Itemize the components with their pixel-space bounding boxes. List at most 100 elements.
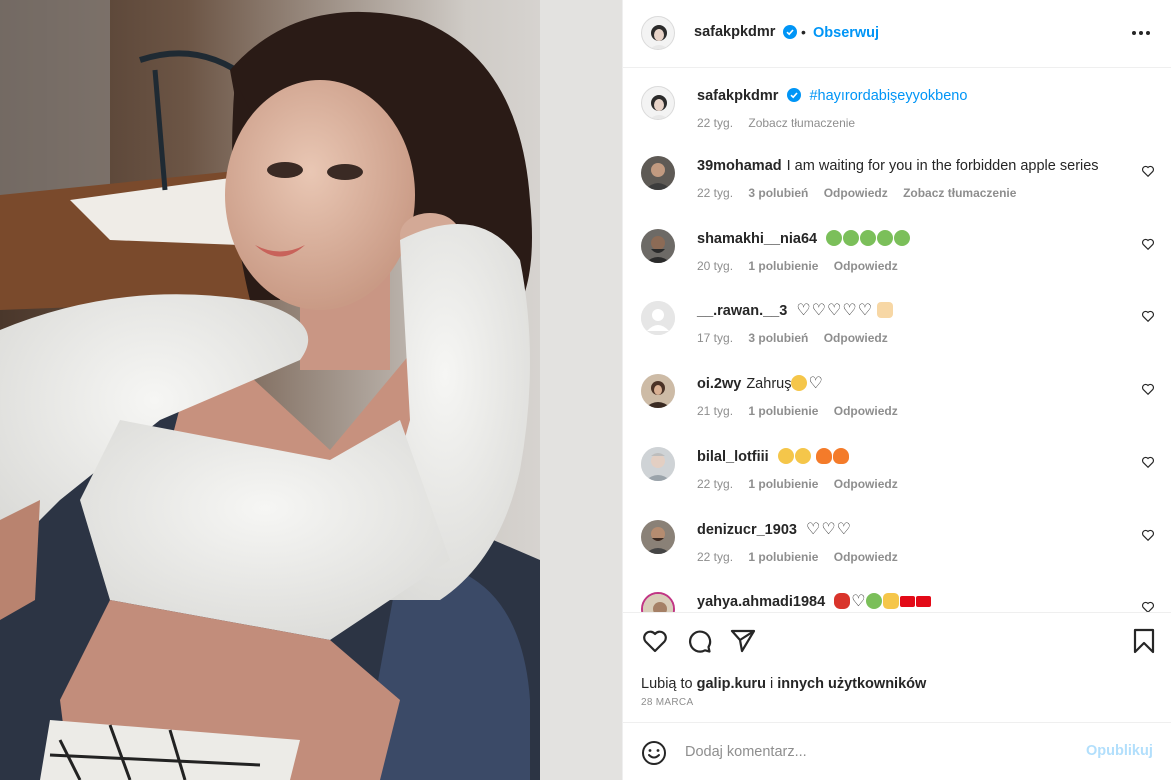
- comment-input[interactable]: [685, 741, 1065, 763]
- comment-row: oi.2wy Zahruş ♡ 21 tyg. 1 polubienie Odpow…: [623, 374, 1171, 447]
- white-heart-emoji-icon: ♡: [851, 593, 866, 610]
- author-avatar[interactable]: [641, 86, 675, 120]
- liker-username[interactable]: galip.kuru: [697, 676, 766, 692]
- caption-row: safakpkdmr #hayırordabişeyyokbeno 22 tyg…: [623, 86, 1171, 159]
- comment-row: __.rawan.__3 ♡♡♡♡♡ 17 tyg. 3 polubień Od…: [623, 301, 1171, 374]
- comment-time: 21 tyg.: [697, 404, 734, 418]
- comment-meta: 21 tyg. 1 polubienie Odpowiedz: [697, 404, 910, 418]
- comment-like-heart-icon[interactable]: [1141, 237, 1155, 251]
- comment-text: bilal_lotfiii: [697, 448, 850, 466]
- comment-username[interactable]: bilal_lotfiii: [697, 449, 769, 465]
- comment-composer: Opublikuj: [623, 722, 1171, 780]
- turkey-flag-emoji-icon: [915, 596, 931, 607]
- comment-likes[interactable]: 1 polubienie: [748, 404, 818, 418]
- comment-time: 20 tyg.: [697, 259, 734, 273]
- comment-row: denizucr_1903 ♡♡♡ 22 tyg. 1 polubienie O…: [623, 520, 1171, 593]
- commenter-avatar[interactable]: [641, 229, 675, 263]
- comment-icon[interactable]: [685, 627, 713, 655]
- laughing-emoji-icon: [791, 375, 808, 391]
- comment-time: 17 tyg.: [697, 331, 734, 345]
- fire-emoji-icon: [815, 448, 850, 465]
- comment-meta: 22 tyg. 1 polubienie Odpowiedz: [697, 477, 910, 491]
- comment-likes[interactable]: 1 polubienie: [748, 477, 818, 491]
- post-photo[interactable]: [0, 0, 622, 780]
- heart-icon[interactable]: [641, 627, 669, 655]
- caption-username[interactable]: safakpkdmr: [697, 88, 778, 104]
- commenter-avatar-story-ring[interactable]: [641, 592, 675, 612]
- comments-list[interactable]: safakpkdmr #hayırordabişeyyokbeno 22 tyg…: [623, 69, 1171, 612]
- comment-like-heart-icon[interactable]: [1141, 528, 1155, 542]
- caption-hashtag[interactable]: #hayırordabişeyyokbeno: [809, 88, 967, 104]
- reply-button[interactable]: Odpowiedz: [834, 477, 898, 491]
- post-header: safakpkdmr • Obserwuj: [623, 0, 1171, 68]
- comment-username[interactable]: yahya.ahmadi1984: [697, 594, 825, 610]
- caption-text: safakpkdmr #hayırordabişeyyokbeno: [697, 87, 967, 105]
- commenter-avatar[interactable]: [641, 156, 675, 190]
- other-likers-link[interactable]: innych użytkowników: [777, 676, 926, 692]
- comment-body: I am waiting for you in the forbidden ap…: [786, 158, 1099, 174]
- comment-row: shamakhi__nia64 20 tyg. 1 polubienie Odp…: [623, 229, 1171, 302]
- comment-like-heart-icon[interactable]: [1141, 164, 1155, 178]
- reply-button[interactable]: Odpowiedz: [824, 186, 888, 200]
- likes-summary[interactable]: Lubią to galip.kuru i innych użytkownikó…: [641, 676, 926, 692]
- flower-emoji-icon: [826, 230, 911, 247]
- commenter-avatar[interactable]: [641, 374, 675, 408]
- hands-heart-emoji-icon: [877, 302, 894, 318]
- translate-link[interactable]: Zobacz tłumaczenie: [903, 186, 1016, 200]
- rose-emoji-icon: [834, 593, 851, 609]
- default-avatar-icon[interactable]: [641, 301, 675, 335]
- reply-button[interactable]: Odpowiedz: [834, 550, 898, 564]
- comment-text: 39mohamad I am waiting for you in the for…: [697, 157, 1099, 175]
- reply-button[interactable]: Odpowiedz: [834, 404, 898, 418]
- comment-likes[interactable]: 1 polubienie: [748, 259, 818, 273]
- comment-username[interactable]: shamakhi__nia64: [697, 231, 817, 247]
- more-options-icon[interactable]: [1131, 26, 1151, 40]
- author-username[interactable]: safakpkdmr: [694, 24, 775, 40]
- bookmark-icon[interactable]: [1130, 627, 1158, 655]
- commenter-avatar[interactable]: [641, 447, 675, 481]
- comment-row: yahya.ahmadi1984 ♡: [623, 592, 1171, 612]
- white-hearts-emoji-icon: ♡♡♡: [805, 521, 853, 538]
- comment-username[interactable]: __.rawan.__3: [697, 303, 787, 319]
- verified-badge-icon: [779, 24, 797, 42]
- send-icon[interactable]: [729, 627, 757, 655]
- follow-button[interactable]: Obserwuj: [813, 25, 879, 41]
- emoji-icon[interactable]: [641, 740, 667, 766]
- comment-likes[interactable]: 3 polubień: [748, 186, 808, 200]
- comment-body: Zahruş: [746, 376, 792, 392]
- comment-username[interactable]: oi.2wy: [697, 376, 741, 392]
- turkey-flag-emoji-icon: [899, 596, 915, 607]
- comment-meta: 20 tyg. 1 polubienie Odpowiedz: [697, 259, 910, 273]
- flower-emoji-icon: [865, 593, 882, 609]
- translate-link[interactable]: Zobacz tłumaczenie: [748, 116, 855, 130]
- comment-row: bilal_lotfiii 22 tyg. 1 polubienie Odpow…: [623, 447, 1171, 520]
- comment-like-heart-icon[interactable]: [1141, 309, 1155, 323]
- comment-time: 22 tyg.: [697, 477, 734, 491]
- author-avatar[interactable]: [641, 16, 675, 50]
- comment-like-heart-icon[interactable]: [1141, 455, 1155, 469]
- post-comment-button[interactable]: Opublikuj: [1086, 743, 1153, 759]
- reply-button[interactable]: Odpowiedz: [824, 331, 888, 345]
- header-separator: •: [801, 24, 806, 40]
- comment-text: oi.2wy Zahruş ♡: [697, 375, 823, 393]
- comment-like-heart-icon[interactable]: [1141, 600, 1155, 612]
- comment-likes[interactable]: 3 polubień: [748, 331, 808, 345]
- caption-meta: 22 tyg. Zobacz tłumaczenie: [697, 116, 867, 130]
- comment-username[interactable]: 39mohamad: [697, 158, 782, 174]
- comment-like-heart-icon[interactable]: [1141, 382, 1155, 396]
- white-hearts-emoji-icon: ♡♡♡♡♡: [796, 302, 874, 319]
- reply-button[interactable]: Odpowiedz: [834, 259, 898, 273]
- comment-likes[interactable]: 1 polubienie: [748, 550, 818, 564]
- likes-connector: i: [769, 676, 774, 692]
- comment-text: shamakhi__nia64: [697, 230, 911, 248]
- comment-username[interactable]: denizucr_1903: [697, 522, 797, 538]
- comment-time: 22 tyg.: [697, 186, 734, 200]
- comment-meta: 22 tyg. 3 polubień Odpowiedz Zobacz tłum…: [697, 186, 1028, 200]
- comment-text: __.rawan.__3 ♡♡♡♡♡: [697, 302, 894, 320]
- likes-prefix: Lubią to: [641, 676, 693, 692]
- post-actions: Lubią to galip.kuru i innych użytkownikó…: [623, 612, 1171, 722]
- comment-meta: 22 tyg. 1 polubienie Odpowiedz: [697, 550, 910, 564]
- commenter-avatar[interactable]: [641, 520, 675, 554]
- post-date: 28 MARCA: [641, 697, 694, 708]
- post-details-panel: safakpkdmr • Obserwuj safakpkdmr #hayıro…: [622, 0, 1171, 780]
